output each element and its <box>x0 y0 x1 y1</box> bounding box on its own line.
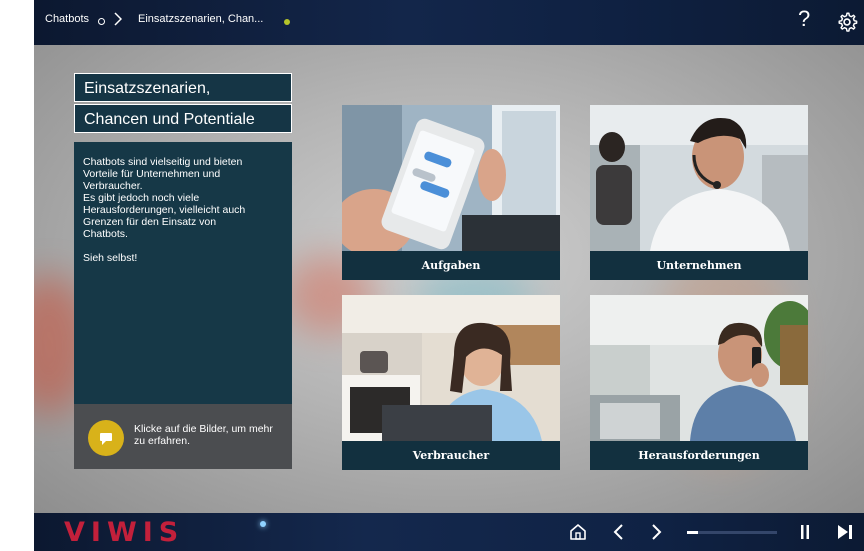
next-icon[interactable] <box>651 523 663 541</box>
hint-panel: Klicke auf die Bilder, um mehr zu erfahr… <box>74 404 292 469</box>
progress-bar[interactable] <box>687 531 777 534</box>
description-line: Herausforderungen, vielleicht auch <box>83 204 246 216</box>
tile-aufgaben[interactable]: Aufgaben <box>342 105 560 280</box>
tile-verbraucher[interactable]: Verbraucher <box>342 295 560 470</box>
breadcrumb-root-status-icon <box>98 18 105 25</box>
tile-herausforderungen[interactable]: Herausforderungen <box>590 295 808 470</box>
prev-icon[interactable] <box>612 523 624 541</box>
home-icon[interactable] <box>568 522 588 542</box>
settings-gear-icon[interactable] <box>836 11 858 33</box>
tile-label: Herausforderungen <box>590 441 808 470</box>
top-bar: Chatbots Einsatzszenarien, Chan... ? <box>34 0 864 45</box>
description-line <box>83 240 284 252</box>
man-on-phone-photo <box>590 295 808 441</box>
title-line-2: Chancen und Potentiale <box>74 104 292 133</box>
description-panel: Chatbots sind vielseitig und bieten Vort… <box>74 142 292 404</box>
content-stage: Einsatzszenarien, Chancen und Potentiale… <box>34 45 864 513</box>
description-line: Verbraucher. <box>83 180 143 192</box>
description-line: Grenzen für den Einsatz von <box>83 216 217 228</box>
description-line: Chatbots. <box>83 228 128 240</box>
tile-label: Unternehmen <box>590 251 808 280</box>
help-icon[interactable]: ? <box>798 6 810 32</box>
description-line: Sieh selbst! <box>83 252 138 264</box>
title-line-1: Einsatzszenarien, <box>74 73 292 102</box>
viwis-logo: VIWIS <box>64 517 185 548</box>
course-player: Chatbots Einsatzszenarien, Chan... ? Ein… <box>34 0 864 551</box>
hint-text: Klicke auf die Bilder, um mehr zu erfahr… <box>134 423 273 447</box>
tile-label: Aufgaben <box>342 251 560 280</box>
pause-icon[interactable] <box>800 524 810 540</box>
background-sparkle <box>260 521 266 527</box>
woman-with-laptop-photo <box>342 295 560 441</box>
tile-label: Verbraucher <box>342 441 560 470</box>
description-line: Chatbots sind vielseitig und bieten <box>83 156 243 168</box>
description-line: Es gibt jedoch noch viele <box>83 192 200 204</box>
tile-unternehmen[interactable]: Unternehmen <box>590 105 808 280</box>
smartphone-chat-photo <box>342 105 560 251</box>
skip-icon[interactable] <box>837 523 853 541</box>
call-center-agent-photo <box>590 105 808 251</box>
speech-bubble-icon <box>88 420 124 456</box>
progress-fill <box>687 531 698 534</box>
breadcrumb-separator-icon <box>114 12 122 26</box>
description-line: Vorteile für Unternehmen und <box>83 168 221 180</box>
breadcrumb-current[interactable]: Einsatzszenarien, Chan... <box>138 13 263 25</box>
breadcrumb-current-status-icon <box>284 19 290 25</box>
breadcrumb-root[interactable]: Chatbots <box>45 13 89 25</box>
bottom-bar: VIWIS <box>34 513 864 551</box>
